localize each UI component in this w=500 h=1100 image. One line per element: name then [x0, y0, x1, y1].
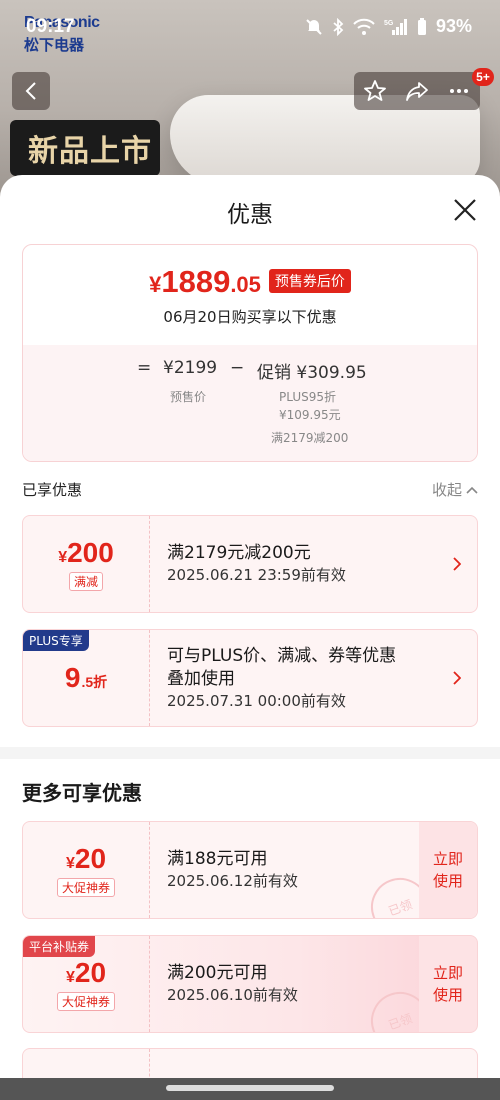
use-now-button[interactable]: 立即 使用 — [419, 822, 477, 918]
status-time: 09:17 — [26, 16, 75, 37]
promo-amount: 促销 ¥309.95 — [257, 363, 367, 383]
promo-detail-amount: ¥109.95元 — [279, 408, 341, 422]
chevron-right-icon — [453, 671, 461, 685]
system-navigation-bar — [0, 1078, 500, 1100]
wifi-icon — [353, 18, 375, 36]
promo-detail-plus: PLUS95折 — [279, 390, 336, 404]
use-now-button[interactable]: 立即 使用 — [419, 936, 477, 1032]
presale-label: 预售价 — [170, 390, 207, 404]
notification-badge: 5+ — [472, 68, 494, 86]
final-price: ¥ 1889 .05 预售券后价 — [23, 264, 477, 300]
home-indicator[interactable] — [166, 1085, 334, 1091]
chevron-left-icon — [25, 82, 36, 100]
coupon-expiry: 2025.07.31 00:00前有效 — [167, 691, 346, 710]
more-offers-title: 更多可享优惠 — [22, 781, 142, 805]
new-product-banner: 新品上市 — [10, 120, 160, 176]
coupon-type-badge: 满减 — [68, 572, 103, 591]
coupon-expiry: 2025.06.10前有效 — [167, 986, 298, 1004]
bluetooth-icon — [332, 17, 344, 36]
discount-sheet: 优惠 ¥ 1889 .05 预售券后价 06月20日购买享以下优惠 = ¥219… — [0, 175, 500, 1100]
status-bar: 09:17 5G 93% — [0, 0, 500, 56]
minus-sign: − — [230, 358, 245, 378]
equals-sign: = — [137, 358, 152, 378]
mute-icon — [305, 18, 323, 36]
presale-price-tag: 预售券后价 — [268, 269, 351, 293]
section-divider — [0, 747, 500, 759]
svg-text:5G: 5G — [384, 20, 394, 27]
chevron-right-icon — [453, 557, 461, 571]
coupon-condition-line2: 叠加使用 — [167, 668, 235, 689]
coupon-condition: 可与PLUS价、满减、券等优惠 — [167, 645, 397, 666]
favorite-button[interactable] — [359, 75, 391, 107]
enjoyed-coupon-plus[interactable]: PLUS专享 9 .5折 可与PLUS价、满减、券等优惠 叠加使用 2025.0… — [22, 629, 478, 727]
presale-price: ¥2199 — [163, 358, 218, 378]
coupon-condition: 满188元可用 — [167, 849, 268, 869]
coupon-condition: 满200元可用 — [167, 963, 268, 983]
price-summary-card: ¥ 1889 .05 预售券后价 06月20日购买享以下优惠 = ¥2199 −… — [22, 244, 478, 462]
available-coupon[interactable]: ¥ 20 大促神券 满188元可用 2025.06.12前有效 已领 立即 使用 — [22, 821, 478, 919]
coupon-condition: 满2179元减200元 — [167, 543, 311, 563]
battery-icon — [417, 17, 427, 36]
share-icon — [406, 82, 428, 101]
price-breakdown: = ¥2199 − 促销 ¥309.95 预售价 PLUS95折 ¥109.95… — [23, 345, 477, 461]
coupon-type-badge: 大促神券 — [56, 878, 115, 897]
available-coupon-platform[interactable]: 平台补贴券 ¥ 20 大促神券 满200元可用 2025.06.10前有效 已领… — [22, 935, 478, 1033]
back-button[interactable] — [12, 72, 50, 110]
close-icon — [454, 199, 476, 221]
close-button[interactable] — [448, 193, 482, 227]
more-dots-icon — [450, 89, 468, 93]
coupon-expiry: 2025.06.12前有效 — [167, 872, 298, 890]
star-icon — [364, 80, 386, 101]
promo-detail-threshold: 满2179减200 — [271, 431, 349, 445]
coupon-type-badge: 大促神券 — [56, 992, 115, 1011]
collapse-button[interactable]: 收起 — [432, 479, 478, 500]
enjoyed-coupon-full-reduction[interactable]: ¥ 200 满减 满2179元减200元 2025.06.21 23:59前有效 — [22, 515, 478, 613]
chevron-up-icon — [466, 486, 478, 494]
battery-percent: 93% — [435, 16, 472, 36]
cellular-signal-icon: 5G — [384, 18, 408, 36]
coupon-expiry: 2025.06.21 23:59前有效 — [167, 566, 346, 584]
purchase-date-note: 06月20日购买享以下优惠 — [163, 308, 337, 326]
more-button[interactable] — [443, 75, 475, 107]
enjoyed-section-label: 已享优惠 — [22, 481, 83, 499]
sheet-title: 优惠 — [227, 202, 273, 228]
header-actions — [354, 72, 480, 110]
share-button[interactable] — [401, 75, 433, 107]
